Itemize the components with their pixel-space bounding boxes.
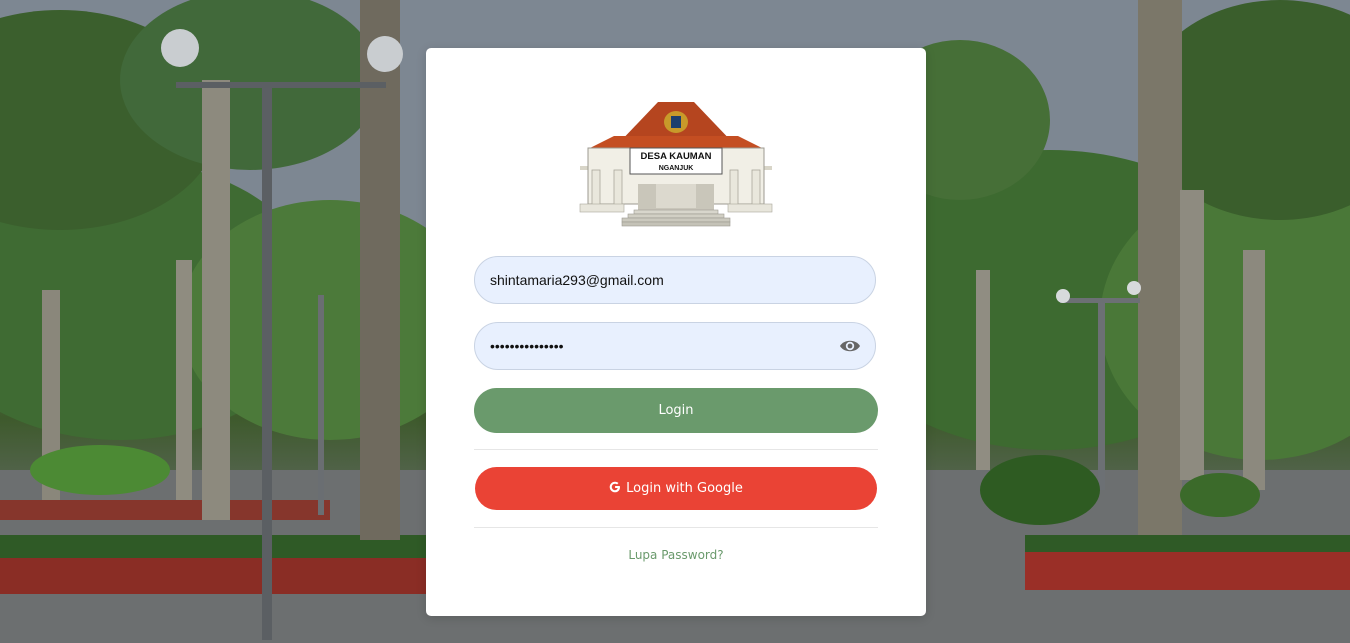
village-hall-logo: DESA KAUMAN NGANJUK <box>579 102 773 227</box>
forgot-password-link[interactable]: Lupa Password? <box>426 548 926 562</box>
logo-subtitle: NGANJUK <box>659 165 694 172</box>
email-input[interactable] <box>490 257 830 303</box>
google-button-label: Login with Google <box>626 481 743 496</box>
divider <box>474 527 878 528</box>
logo-title: DESA KAUMAN <box>641 151 712 162</box>
login-with-google-button[interactable]: Login with Google <box>475 467 877 510</box>
login-card: DESA KAUMAN NGANJUK Login Login with Goo… <box>426 48 926 616</box>
eye-icon[interactable] <box>839 337 861 355</box>
google-g-icon <box>609 481 621 493</box>
garuda-emblem-icon <box>664 111 688 133</box>
password-input[interactable] <box>490 323 830 369</box>
divider <box>474 449 878 450</box>
email-field[interactable] <box>474 256 876 304</box>
login-button[interactable]: Login <box>474 388 878 433</box>
password-field[interactable] <box>474 322 876 370</box>
login-button-label: Login <box>658 403 694 418</box>
